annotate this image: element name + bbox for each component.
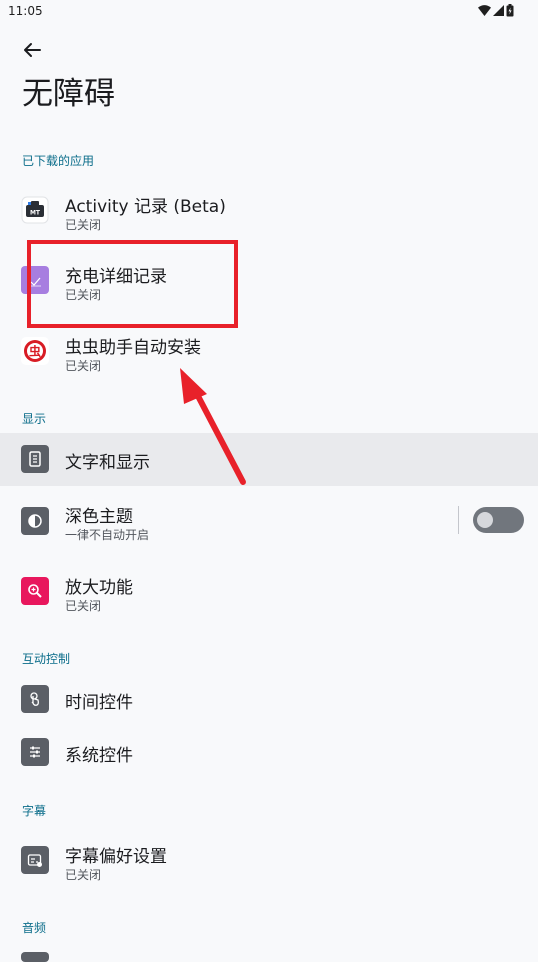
app-subtitle-activity: 已关闭 bbox=[65, 218, 102, 232]
magnification-icon bbox=[21, 577, 49, 605]
setting-title-timing-controls: 时间控件 bbox=[65, 693, 133, 713]
setting-title-caption-preferences: 字幕偏好设置 bbox=[65, 847, 167, 867]
setting-dark-theme[interactable]: 深色主题 一律不自动开启 bbox=[0, 493, 538, 551]
setting-subtitle-dark-theme: 一律不自动开启 bbox=[65, 528, 150, 542]
setting-magnification[interactable]: 放大功能 已关闭 bbox=[0, 564, 538, 622]
setting-subtitle-magnification: 已关闭 bbox=[65, 599, 102, 613]
dark-theme-icon bbox=[21, 507, 49, 535]
bug-helper-app-icon: 虫 bbox=[21, 337, 49, 365]
signal-icon bbox=[493, 5, 504, 16]
toggle-knob bbox=[477, 512, 493, 528]
text-display-icon bbox=[21, 445, 49, 473]
setting-title-magnification: 放大功能 bbox=[65, 578, 133, 598]
back-button[interactable] bbox=[18, 36, 46, 64]
touch-gesture-icon bbox=[21, 685, 49, 713]
captions-icon bbox=[21, 846, 49, 874]
setting-title-dark-theme: 深色主题 bbox=[65, 507, 133, 527]
setting-title-text-display: 文字和显示 bbox=[65, 453, 150, 473]
app-subtitle-bug-helper: 已关闭 bbox=[65, 359, 102, 373]
audio-item-icon bbox=[21, 952, 49, 962]
back-arrow-icon bbox=[24, 43, 41, 57]
status-time: 11:05 bbox=[8, 4, 43, 18]
app-item-bug-helper[interactable]: 虫 虫虫助手自动安装 已关闭 bbox=[0, 325, 538, 383]
setting-text-display[interactable]: 文字和显示 bbox=[0, 433, 538, 486]
bug-icon-char: 虫 bbox=[29, 344, 41, 359]
activity-app-icon: MT bbox=[21, 196, 49, 224]
section-header-captions: 字幕 bbox=[22, 804, 47, 818]
app-title-bug-helper: 虫虫助手自动安装 bbox=[65, 338, 201, 358]
status-icons bbox=[478, 4, 514, 17]
dark-theme-toggle[interactable] bbox=[473, 507, 524, 533]
status-bar: 11:05 bbox=[0, 0, 538, 24]
audio-item-partial[interactable] bbox=[0, 946, 538, 962]
app-title-activity: Activity 记录 (Beta) bbox=[65, 197, 226, 217]
activity-icon-label: MT bbox=[30, 210, 41, 217]
app-item-activity[interactable]: MT Activity 记录 (Beta) 已关闭 bbox=[0, 184, 538, 242]
setting-timing-controls[interactable]: 时间控件 bbox=[0, 673, 538, 726]
setting-caption-preferences[interactable]: 字幕偏好设置 已关闭 bbox=[0, 833, 538, 891]
wifi-icon bbox=[478, 5, 491, 16]
page-title: 无障碍 bbox=[22, 76, 115, 112]
setting-title-system-controls: 系统控件 bbox=[65, 746, 133, 766]
battery-icon bbox=[506, 4, 514, 17]
toggle-divider bbox=[458, 506, 459, 534]
section-header-display: 显示 bbox=[22, 412, 47, 426]
sliders-icon bbox=[21, 738, 49, 766]
section-header-downloaded: 已下载的应用 bbox=[22, 154, 95, 168]
section-header-interaction: 互动控制 bbox=[22, 652, 71, 666]
setting-subtitle-caption-preferences: 已关闭 bbox=[65, 868, 102, 882]
annotation-highlight-box bbox=[27, 240, 238, 328]
setting-system-controls[interactable]: 系统控件 bbox=[0, 726, 538, 779]
section-header-audio: 音频 bbox=[22, 921, 47, 935]
